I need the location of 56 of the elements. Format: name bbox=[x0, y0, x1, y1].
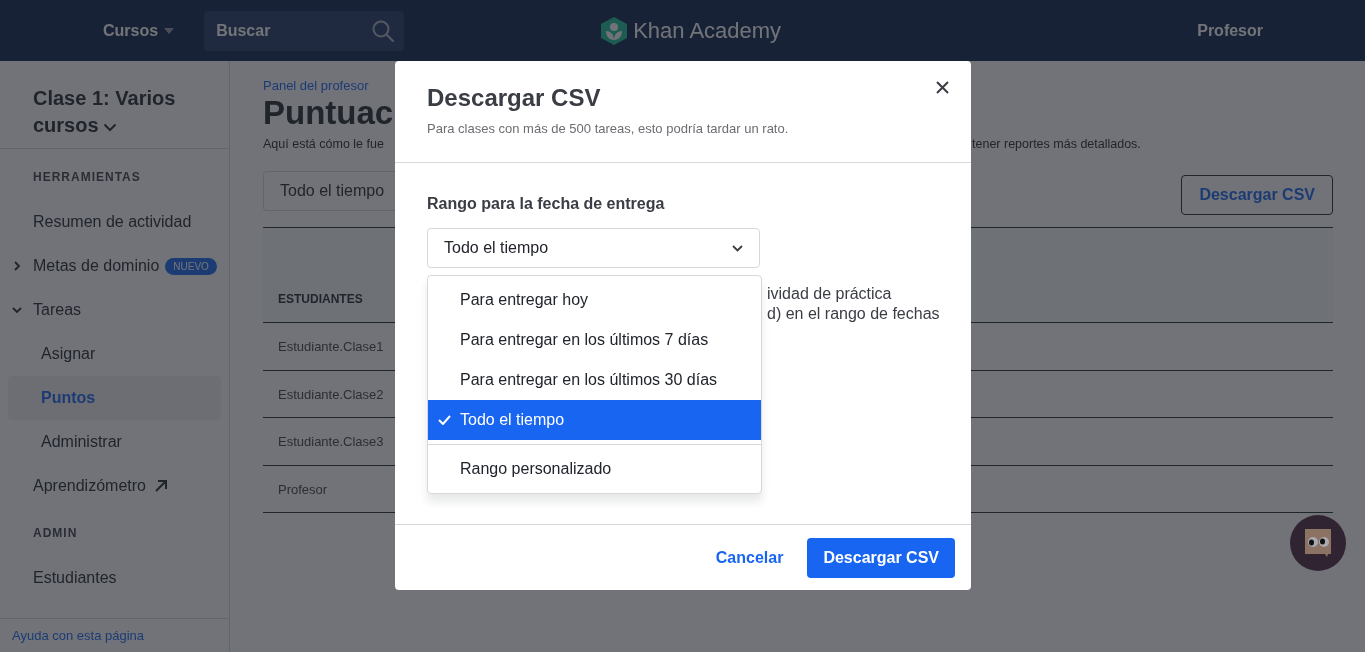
checkmark-icon bbox=[438, 415, 451, 425]
new-badge: NUEVO bbox=[165, 257, 217, 275]
date-range-select[interactable]: Todo el tiempo bbox=[427, 228, 760, 268]
external-link-icon bbox=[153, 479, 168, 494]
table-cell: Estudiante.Clase2 bbox=[278, 386, 384, 402]
sidebar-subitem[interactable]: Asignar bbox=[8, 332, 221, 377]
description-text: ividad de práctica d) en el rango de fechas bbox=[767, 284, 940, 324]
intro-text: Aquí está cómo le fue bbox=[263, 137, 385, 153]
section-heading: HERRAMIENTAS bbox=[32, 170, 142, 187]
dropdown-option[interactable]: Todo el tiempo bbox=[428, 400, 761, 440]
section-heading: ADMIN bbox=[32, 526, 79, 543]
search-input[interactable]: Buscar bbox=[214, 20, 373, 41]
sidebar-item-label: Estudiantes bbox=[33, 569, 117, 588]
table-cell: Estudiante.Clase3 bbox=[278, 434, 384, 449]
sidebar-subitem[interactable]: Puntos bbox=[8, 376, 221, 421]
dialog-subtitle: Para clases con más de 500 tareas, esto podría tardar un rato. bbox=[427, 121, 790, 136]
chat-button[interactable] bbox=[1290, 515, 1346, 571]
breadcrumb-link[interactable]: Panel del profesor bbox=[263, 78, 369, 93]
caret-icon bbox=[164, 27, 175, 34]
sidebar-item[interactable]: Metas de dominio NUEVO bbox=[8, 244, 221, 289]
sidebar-item-label: Metas de dominio bbox=[33, 257, 160, 276]
sidebar-item-label: Tareas bbox=[33, 301, 82, 320]
page-title: Puntuac bbox=[263, 93, 394, 133]
dropdown-option[interactable]: Para entregar hoy bbox=[428, 280, 761, 320]
user-menu[interactable]: Profesor bbox=[1197, 21, 1263, 40]
close-button[interactable] bbox=[936, 81, 949, 94]
search-icon bbox=[372, 19, 395, 42]
search-field[interactable]: Buscar bbox=[204, 10, 405, 51]
dropdown-option[interactable]: Para entregar en los últimos 30 días bbox=[428, 360, 761, 400]
download-csv-button[interactable]: Descargar CSV bbox=[807, 537, 955, 578]
download-csv-button[interactable]: Descargar CSV bbox=[1181, 175, 1333, 215]
help-link[interactable]: Ayuda con esta página bbox=[12, 628, 145, 644]
table-cell: Profesor bbox=[278, 481, 328, 497]
logo-text[interactable]: Khan Academy bbox=[633, 17, 782, 44]
table-cell: Estudiante.Clase1 bbox=[278, 339, 384, 354]
intro-text: tener reportes más detallados. bbox=[972, 137, 1141, 153]
sidebar-subitem[interactable]: Administrar bbox=[8, 420, 221, 465]
dialog-title: Descargar CSV bbox=[427, 83, 602, 113]
courses-menu[interactable]: Cursos bbox=[103, 21, 175, 40]
chevron-down-icon bbox=[732, 244, 743, 252]
robot-face-icon bbox=[1302, 527, 1334, 559]
sidebar-item[interactable]: Aprendizómetro bbox=[8, 464, 221, 509]
sidebar-item[interactable]: Resumen de actividad bbox=[8, 200, 221, 245]
dropdown-option[interactable]: Para entregar en los últimos 7 días bbox=[428, 320, 761, 360]
sidebar-item-label: Resumen de actividad bbox=[33, 213, 192, 232]
field-label: Rango para la fecha de entrega bbox=[427, 194, 666, 214]
chevron-down-icon bbox=[102, 123, 117, 132]
sidebar-item[interactable]: Estudiantes bbox=[8, 556, 221, 601]
dropdown-option[interactable]: Rango personalizado bbox=[428, 445, 761, 493]
cancel-button[interactable]: Cancelar bbox=[715, 548, 784, 567]
close-icon bbox=[936, 81, 949, 94]
sidebar-item-label: Aprendizómetro bbox=[33, 477, 146, 496]
class-selector[interactable]: Clase 1: Varios cursos bbox=[33, 85, 183, 139]
sidebar-item[interactable]: Tareas bbox=[8, 288, 221, 333]
column-header: ESTUDIANTES bbox=[278, 292, 363, 306]
hexagon-logo-icon bbox=[601, 16, 628, 45]
